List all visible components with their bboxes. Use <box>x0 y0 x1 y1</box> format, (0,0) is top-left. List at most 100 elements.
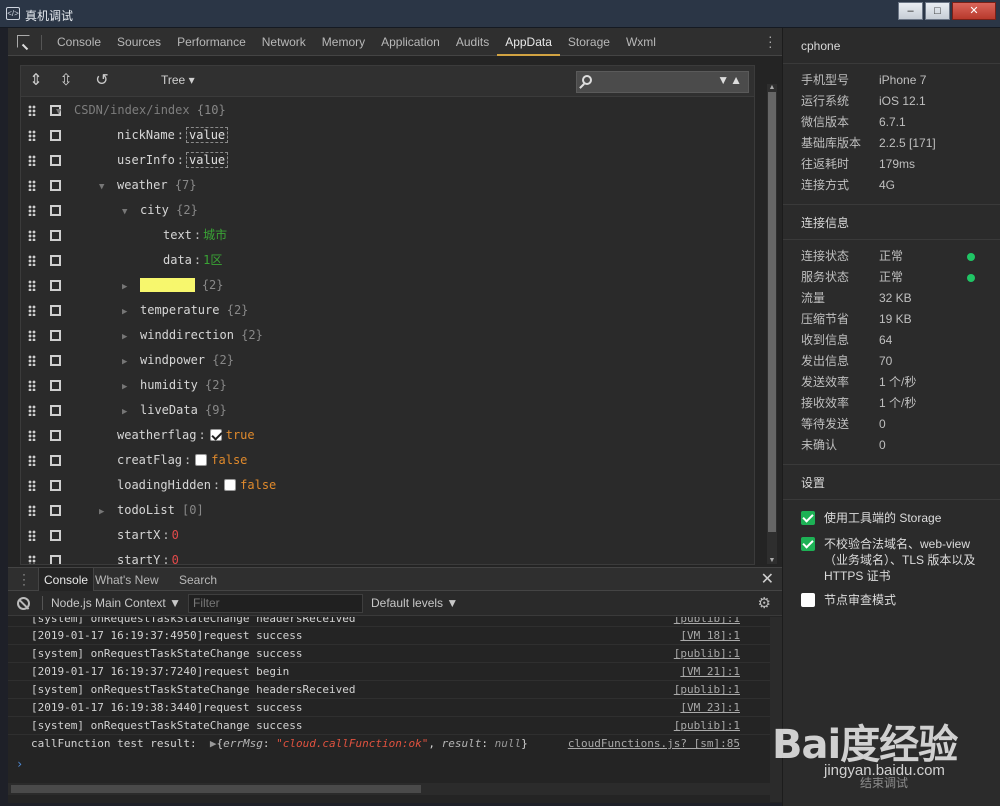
setting-checkbox[interactable] <box>801 511 815 525</box>
tree-node[interactable]: ▼ weather {7} <box>99 173 197 200</box>
drag-handle-icon[interactable] <box>28 330 36 341</box>
tab-wxml[interactable]: Wxml <box>618 28 664 56</box>
clear-console-icon[interactable] <box>17 597 30 610</box>
node-value[interactable]: value <box>186 152 229 168</box>
bool-checkbox[interactable] <box>209 429 222 441</box>
log-source-link[interactable]: [publib]:1 <box>674 681 740 699</box>
caret-down-icon[interactable]: ▼ <box>56 100 74 125</box>
drag-handle-icon[interactable] <box>28 205 36 216</box>
node-value[interactable]: false <box>211 453 247 467</box>
minimize-button[interactable]: ‒ <box>898 2 923 20</box>
drag-handle-icon[interactable] <box>28 230 36 241</box>
hscroll-thumb[interactable] <box>11 785 421 793</box>
close-drawer-icon[interactable]: ✕ <box>761 569 774 589</box>
drag-handle-icon[interactable] <box>28 480 36 491</box>
expand-all-icon[interactable]: ⇳ <box>57 72 75 90</box>
scroll-down-icon[interactable]: ▼ <box>767 557 777 564</box>
row-select-checkbox[interactable] <box>50 530 61 541</box>
setting-option[interactable]: 不校验合法域名、web-view（业务域名）、TLS 版本以及 HTTPS 证书 <box>783 536 1000 584</box>
caret-right-icon[interactable]: ▶ <box>99 500 117 525</box>
drawer-menu-icon[interactable]: · · · <box>22 568 26 590</box>
drag-handle-icon[interactable] <box>28 530 36 541</box>
tree-node[interactable]: weatherflag: true <box>117 423 255 448</box>
drag-handle-icon[interactable] <box>28 355 36 366</box>
row-select-checkbox[interactable] <box>50 480 61 491</box>
tree-node[interactable]: ▶ todoList [0] <box>99 498 204 525</box>
row-select-checkbox[interactable] <box>50 380 61 391</box>
node-value[interactable]: 1区 <box>203 253 222 267</box>
row-select-checkbox[interactable] <box>50 205 61 216</box>
refresh-icon[interactable]: ↺ <box>93 72 111 90</box>
row-select-checkbox[interactable] <box>50 130 61 141</box>
tab-console[interactable]: Console <box>49 28 109 56</box>
tab-application[interactable]: Application <box>373 28 448 56</box>
tab-performance[interactable]: Performance <box>169 28 254 56</box>
tree-node[interactable]: loadingHidden: false <box>117 473 276 498</box>
node-value[interactable]: true <box>226 428 255 442</box>
view-mode-select[interactable]: Tree ▾ <box>161 73 195 87</box>
row-select-checkbox[interactable] <box>50 280 61 291</box>
context-select[interactable]: Node.js Main Context ▼ <box>42 596 181 610</box>
tree-node[interactable]: ▶ winddirection {2} <box>122 323 263 350</box>
tree-node[interactable]: ▶ windpower {2} <box>122 348 234 375</box>
row-select-checkbox[interactable] <box>50 555 61 564</box>
drag-handle-icon[interactable] <box>28 280 36 291</box>
drag-handle-icon[interactable] <box>28 130 36 141</box>
setting-checkbox[interactable] <box>801 537 815 551</box>
node-value[interactable]: false <box>240 478 276 492</box>
drag-handle-icon[interactable] <box>28 505 36 516</box>
caret-right-icon[interactable]: ▶ <box>122 300 140 325</box>
console-vscrollbar[interactable] <box>770 617 782 802</box>
tree-node[interactable]: userInfo: value <box>117 148 229 173</box>
row-select-checkbox[interactable] <box>50 505 61 516</box>
tree-node[interactable]: ▼ CSDN/index/index {10} <box>56 98 226 125</box>
tab-audits[interactable]: Audits <box>448 28 497 56</box>
result-source-link[interactable]: cloudFunctions.js? [sm]:85 <box>568 735 740 753</box>
filter-input[interactable]: Filter <box>188 594 363 613</box>
tree-node[interactable]: ▶ weather {2} <box>122 273 224 300</box>
result-object[interactable]: {errMsg: "cloud.callFunction:ok", result… <box>216 737 527 750</box>
gear-icon[interactable]: ⚙ <box>758 594 771 612</box>
tree-node[interactable]: data:1区 <box>163 248 222 273</box>
log-source-link[interactable]: [VM 23]:1 <box>680 699 740 717</box>
tree-node[interactable]: ▶ liveData {9} <box>122 398 227 425</box>
levels-select[interactable]: Default levels ▼ <box>371 596 458 610</box>
row-select-checkbox[interactable] <box>50 330 61 341</box>
inspect-element-icon[interactable] <box>17 35 30 48</box>
row-select-checkbox[interactable] <box>50 180 61 191</box>
console-hscrollbar[interactable] <box>8 783 770 795</box>
tab-sources[interactable]: Sources <box>109 28 169 56</box>
drag-handle-icon[interactable] <box>28 155 36 166</box>
row-select-checkbox[interactable] <box>50 405 61 416</box>
bool-checkbox[interactable] <box>224 479 237 491</box>
caret-down-icon[interactable]: ▼ <box>99 175 117 200</box>
drawer-tab-whats-new[interactable]: What's New <box>90 568 164 592</box>
tab-network[interactable]: Network <box>254 28 314 56</box>
caret-right-icon[interactable]: ▶ <box>122 375 140 400</box>
drag-handle-icon[interactable] <box>28 105 36 116</box>
setting-option[interactable]: 节点审查模式 <box>783 592 1000 608</box>
tree-node[interactable]: nickName: value <box>117 123 229 148</box>
log-source-link[interactable]: [VM 21]:1 <box>680 663 740 681</box>
log-source-link[interactable]: [publib]:1 <box>674 717 740 735</box>
collapse-all-icon[interactable]: ⇕ <box>27 72 45 90</box>
drawer-tab-search[interactable]: Search <box>174 568 222 592</box>
drag-handle-icon[interactable] <box>28 255 36 266</box>
caret-right-icon[interactable]: ▶ <box>122 325 140 350</box>
drag-handle-icon[interactable] <box>28 305 36 316</box>
log-source-link[interactable]: [publib]:1 <box>674 617 740 624</box>
drag-handle-icon[interactable] <box>28 455 36 466</box>
tab-storage[interactable]: Storage <box>560 28 618 56</box>
row-select-checkbox[interactable] <box>50 305 61 316</box>
drawer-tab-console[interactable]: Console <box>38 568 95 592</box>
drag-handle-icon[interactable] <box>28 380 36 391</box>
appdata-scrollbar[interactable]: ▲ ▼ <box>767 84 777 564</box>
tab-appdata[interactable]: AppData <box>497 28 560 56</box>
bool-checkbox[interactable] <box>195 454 208 466</box>
row-select-checkbox[interactable] <box>50 355 61 366</box>
row-select-checkbox[interactable] <box>50 455 61 466</box>
search-input[interactable]: ▼▲ <box>576 71 749 93</box>
row-select-checkbox[interactable] <box>50 430 61 441</box>
row-select-checkbox[interactable] <box>50 230 61 241</box>
tree-node[interactable]: ▶ humidity {2} <box>122 373 227 400</box>
